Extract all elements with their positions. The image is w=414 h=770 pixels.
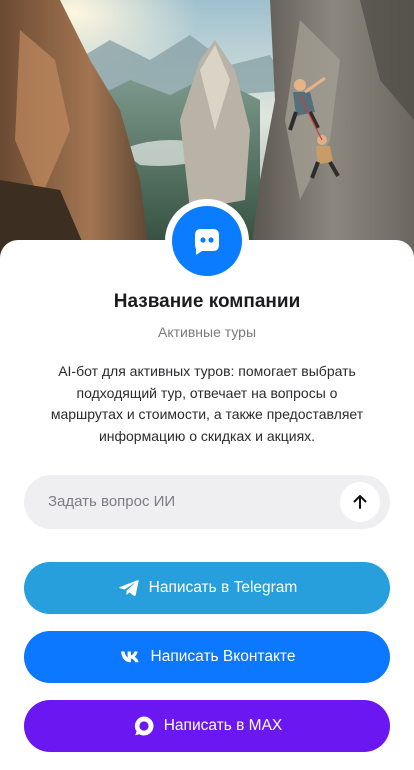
ask-ai-placeholder: Задать вопрос ИИ (48, 493, 176, 510)
telegram-icon (117, 576, 141, 600)
vkontakte-button[interactable]: Написать Вконтакте (24, 631, 390, 683)
avatar (165, 199, 249, 283)
company-description: AI-бот для активных туров: помогает выбр… (50, 363, 364, 444)
chat-bot-icon (195, 229, 219, 255)
max-icon (132, 714, 156, 738)
vkontakte-button-label: Написать Вконтакте (150, 648, 296, 665)
send-button[interactable] (340, 482, 380, 522)
max-button-label: Написать в MAX (163, 717, 283, 734)
telegram-button[interactable]: Написать в Telegram (24, 562, 390, 614)
vk-icon (119, 645, 143, 669)
company-name: Название компании (113, 291, 301, 312)
arrow-up-icon (353, 495, 367, 509)
ask-ai-input[interactable]: Задать вопрос ИИ (24, 475, 390, 529)
telegram-button-label: Написать в Telegram (148, 579, 298, 596)
max-button[interactable]: Написать в MAX (24, 700, 390, 752)
avatar-circle (172, 206, 242, 276)
company-category: Активные туры (157, 324, 257, 340)
